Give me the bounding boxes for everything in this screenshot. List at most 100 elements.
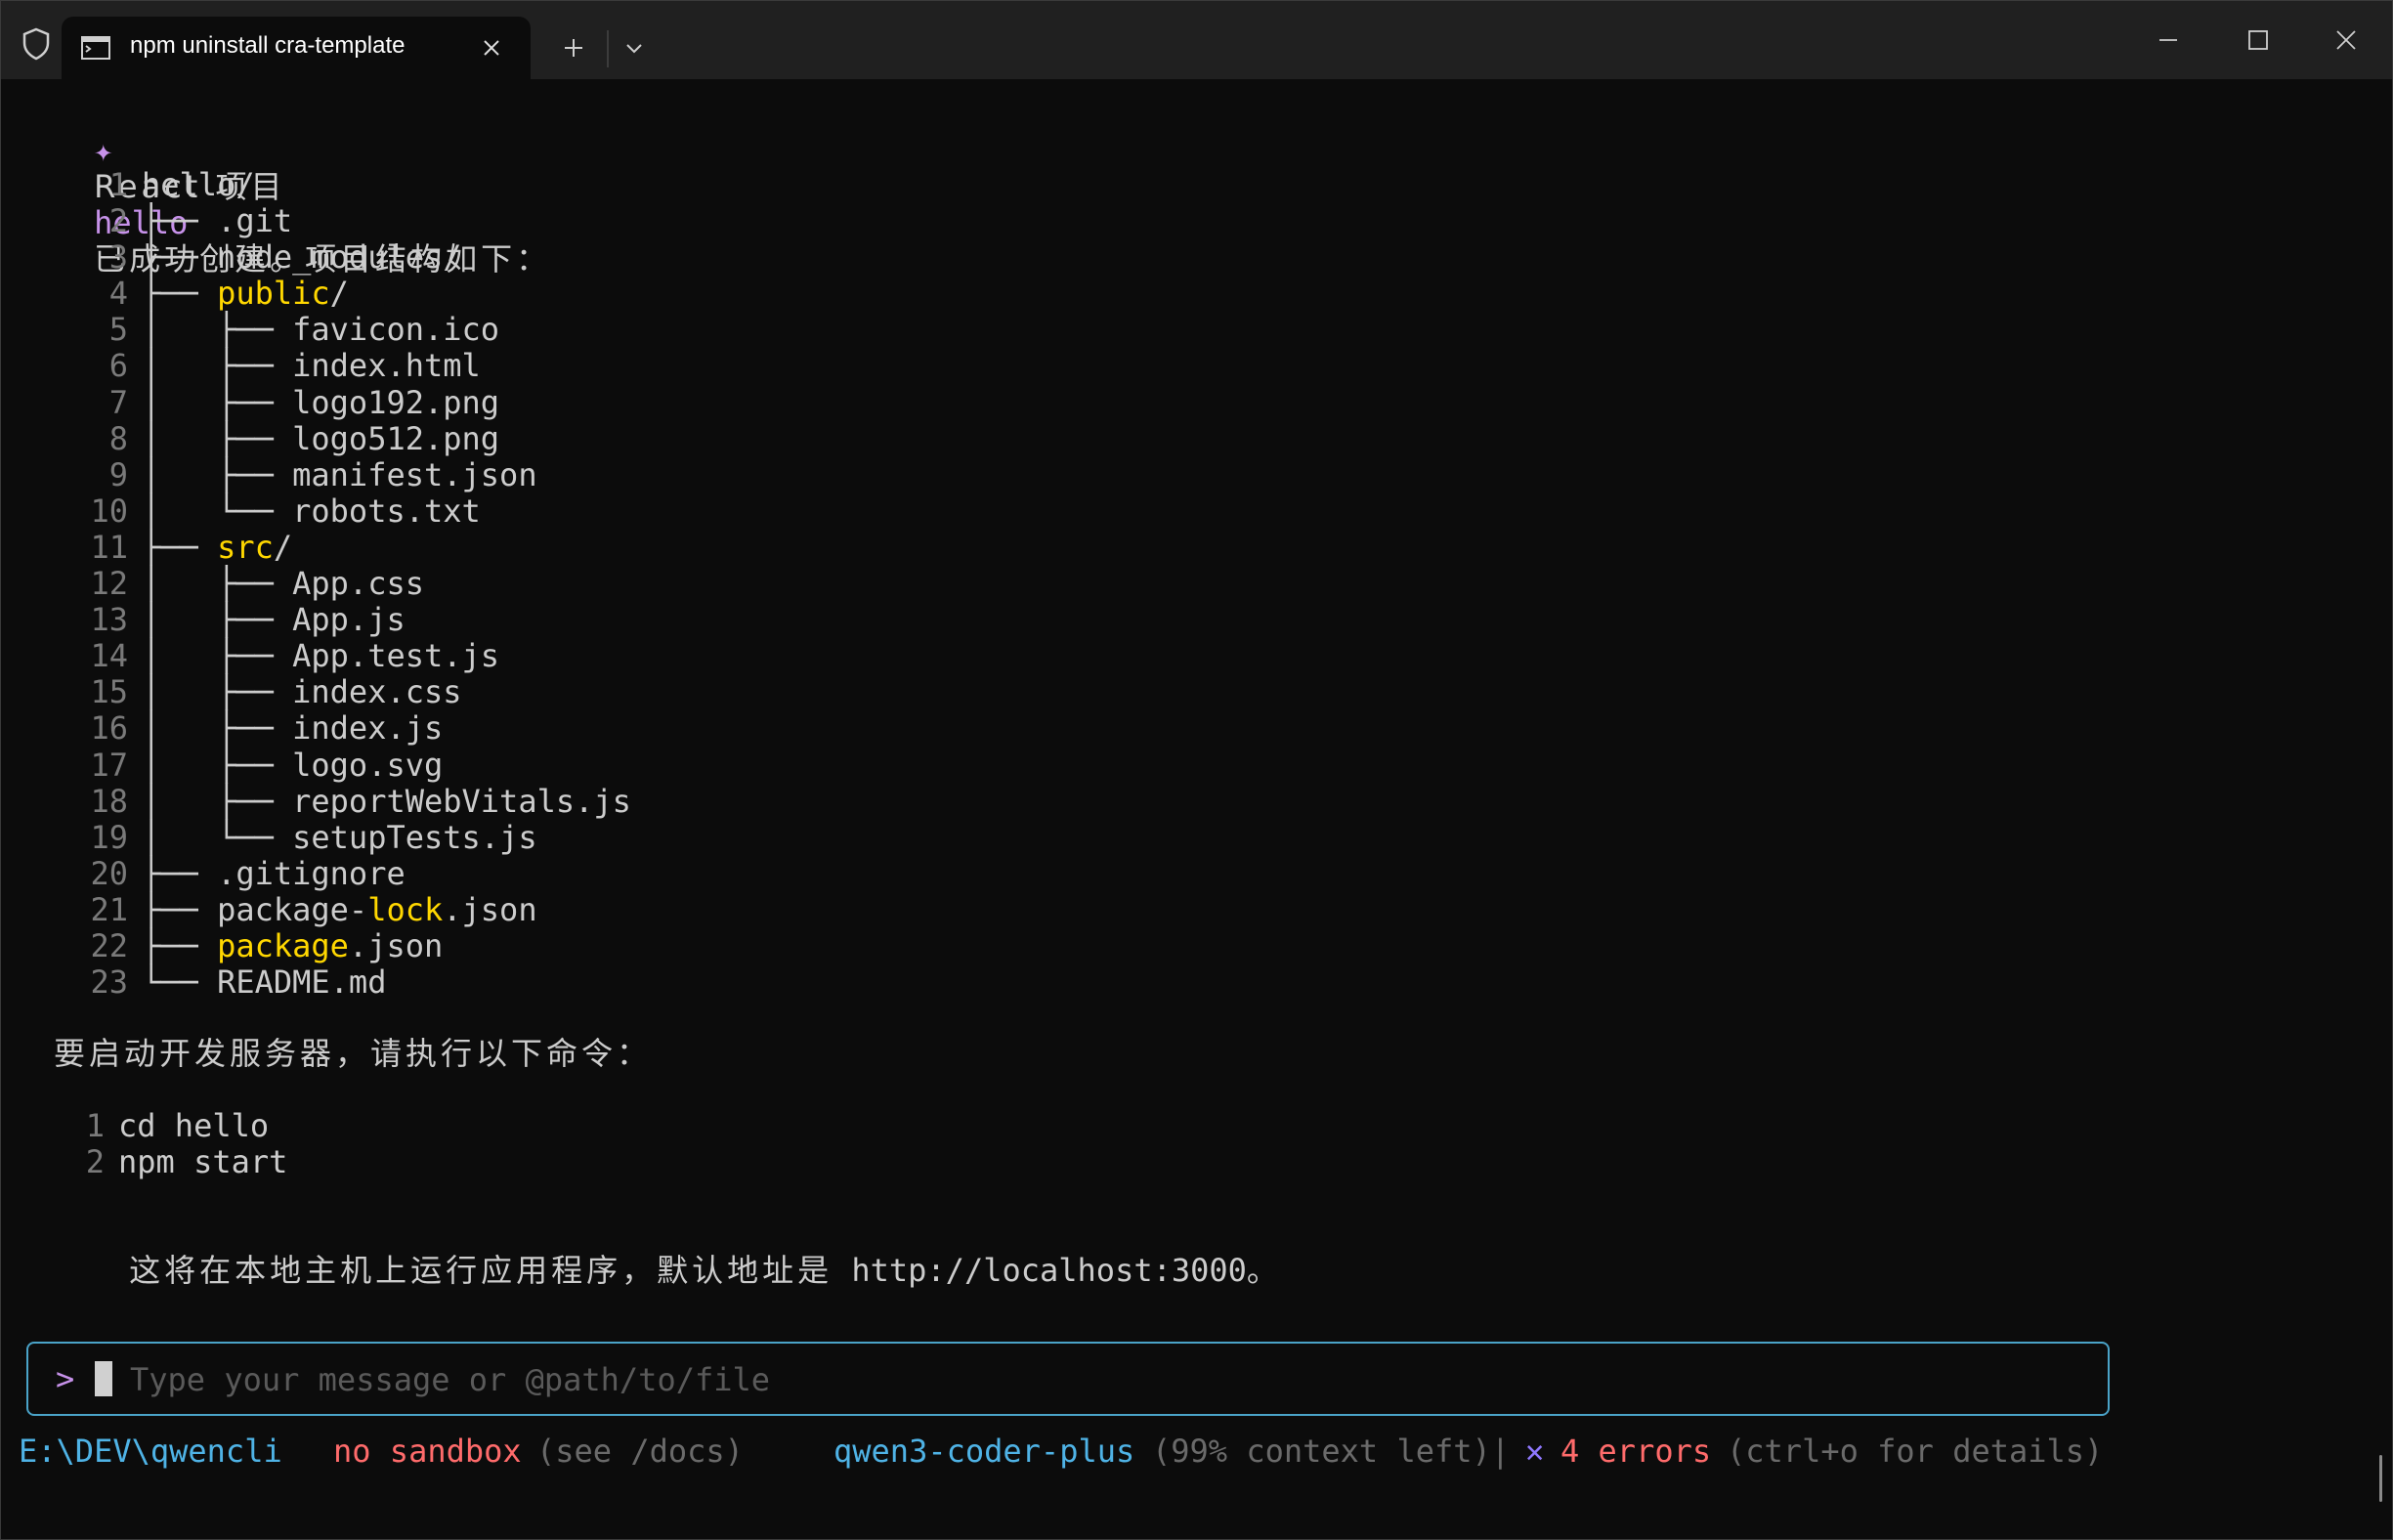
tree-row: 1 hello/ <box>34 167 631 203</box>
tree-branch: │ ├── <box>142 565 293 603</box>
file-name: README.md <box>217 963 387 1002</box>
tree-branch: │ └── <box>142 818 293 856</box>
tree-row: 8 │ ├── logo512.png <box>34 419 631 457</box>
cwd-path: E:\DEV\qwencli <box>19 1433 282 1470</box>
line-number: 22 <box>90 926 128 964</box>
line-number: 2 <box>108 202 128 240</box>
tree-branch: ├── <box>142 890 218 928</box>
file-name: .json <box>348 926 444 964</box>
line-number: 12 <box>90 565 128 603</box>
tree-row: 5 │ ├── favicon.ico <box>34 312 631 348</box>
line-number: 5 <box>108 311 128 349</box>
sparkle-icon: ✦ <box>94 132 113 169</box>
tree-branch: │ ├── <box>142 746 293 784</box>
line-number: 1 <box>85 1107 105 1144</box>
command-list: 1 cd hello 2 npm start <box>65 1108 288 1180</box>
tree-row: 12 │ ├── App.css <box>34 566 631 602</box>
file-name: logo512.png <box>292 419 500 457</box>
line-number: 4 <box>108 275 128 313</box>
project-tree: 1 hello/2 ├── .git 3 ├── node_modules/4 ├── p… <box>34 167 631 1002</box>
command-text: npm start <box>118 1143 288 1180</box>
tree-row: 13 │ ├── App.js <box>34 602 631 638</box>
file-name: .gitignore <box>217 854 406 892</box>
file-name: hello/ <box>142 166 255 203</box>
tree-row: 6 │ ├── index.html <box>34 348 631 384</box>
file-name: .git <box>217 202 293 240</box>
file-name: App.js <box>292 601 406 639</box>
file-name: / <box>329 275 349 313</box>
line-number: 6 <box>108 347 128 385</box>
file-name: App.test.js <box>292 637 500 675</box>
line-number: 19 <box>90 818 128 856</box>
tree-branch: │ ├── <box>142 455 293 493</box>
line-number: 18 <box>90 782 128 820</box>
line-number: 2 <box>85 1143 105 1180</box>
tree-branch: │ ├── <box>142 637 293 675</box>
line-number: 3 <box>108 238 128 277</box>
tree-branch: │ ├── <box>142 383 293 421</box>
message-input[interactable] <box>128 1357 1988 1402</box>
line-number: 11 <box>90 528 128 566</box>
text-cursor <box>95 1361 112 1396</box>
maximize-icon[interactable] <box>2237 19 2280 62</box>
title-bar: npm uninstall cra-template <box>1 1 2392 79</box>
file-name: lock <box>367 890 444 928</box>
scrollbar-thumb[interactable] <box>2379 1455 2382 1502</box>
line-number: 13 <box>90 601 128 639</box>
prompt-symbol: > <box>56 1360 75 1397</box>
highlighted-name: public <box>217 275 330 313</box>
tree-row: 15 │ ├── index.css <box>34 674 631 710</box>
tree-row: 19 │ └── setupTests.js <box>34 818 631 856</box>
terminal-window: npm uninstall cra-template ✦ React 项目 he… <box>0 0 2393 1540</box>
tree-branch: │ ├── <box>142 782 293 820</box>
tree-branch: ├── <box>142 854 218 892</box>
plus-icon[interactable] <box>554 28 593 67</box>
file-name: .json <box>443 890 537 928</box>
tree-row: 14 │ ├── App.test.js <box>34 638 631 674</box>
terminal-icon <box>81 36 110 60</box>
tree-branch: │ ├── <box>142 673 293 711</box>
error-count[interactable]: 4 errors <box>1560 1433 1711 1470</box>
tree-row: 21 ├── package-lock.json <box>34 890 631 928</box>
tree-branch: │ ├── <box>142 709 293 748</box>
chevron-down-icon[interactable] <box>615 28 654 67</box>
line-number: 9 <box>108 455 128 493</box>
tab-divider <box>607 30 609 67</box>
file-name: package- <box>217 890 368 928</box>
tree-branch: ├── <box>142 275 218 313</box>
highlighted-name: src <box>217 528 274 566</box>
tree-row: 9 │ ├── manifest.json <box>34 455 631 493</box>
file-name: favicon.ico <box>292 311 500 349</box>
tree-row: 20 ├── .gitignore <box>34 854 631 892</box>
tree-row: 17 │ ├── logo.svg <box>34 746 631 784</box>
tree-row: 10 │ └── robots.txt <box>34 492 631 530</box>
line-number: 1 <box>108 166 128 203</box>
file-name: logo192.png <box>292 383 500 421</box>
start-instructions: 要启动开发服务器，请执行以下命令： <box>54 1035 653 1072</box>
minimize-icon[interactable] <box>2147 19 2190 62</box>
file-name: reportWebVitals.js <box>292 782 631 820</box>
close-window-icon[interactable] <box>2325 19 2368 62</box>
line-number: 8 <box>108 419 128 457</box>
message-input-box[interactable]: > <box>26 1342 2110 1416</box>
line-number: 17 <box>90 746 128 784</box>
line-number: 16 <box>90 709 128 748</box>
tree-row: 11 ├── src/ <box>34 528 631 566</box>
shield-icon[interactable] <box>17 24 56 64</box>
tree-branch: ├── <box>142 528 218 566</box>
tab-title: npm uninstall cra-template <box>130 32 406 59</box>
tree-branch: │ ├── <box>142 311 293 349</box>
tree-branch: │ ├── <box>142 347 293 385</box>
sandbox-status: no sandbox <box>333 1433 522 1470</box>
footer-text: 这将在本地主机上运行应用程序，默认地址是 <box>129 1252 833 1289</box>
tree-row: 4 ├── public/ <box>34 276 631 312</box>
tree-branch: ├── <box>142 202 218 240</box>
line-number: 23 <box>90 963 128 1002</box>
close-tab-icon[interactable] <box>476 32 507 64</box>
tree-branch: └── <box>142 963 218 1002</box>
tree-branch: │ ├── <box>142 601 293 639</box>
tab-terminal[interactable]: npm uninstall cra-template <box>62 17 531 79</box>
command-line: 1 cd hello <box>65 1108 287 1144</box>
file-name: index.css <box>292 673 462 711</box>
file-name: node_modules/ <box>217 238 462 277</box>
